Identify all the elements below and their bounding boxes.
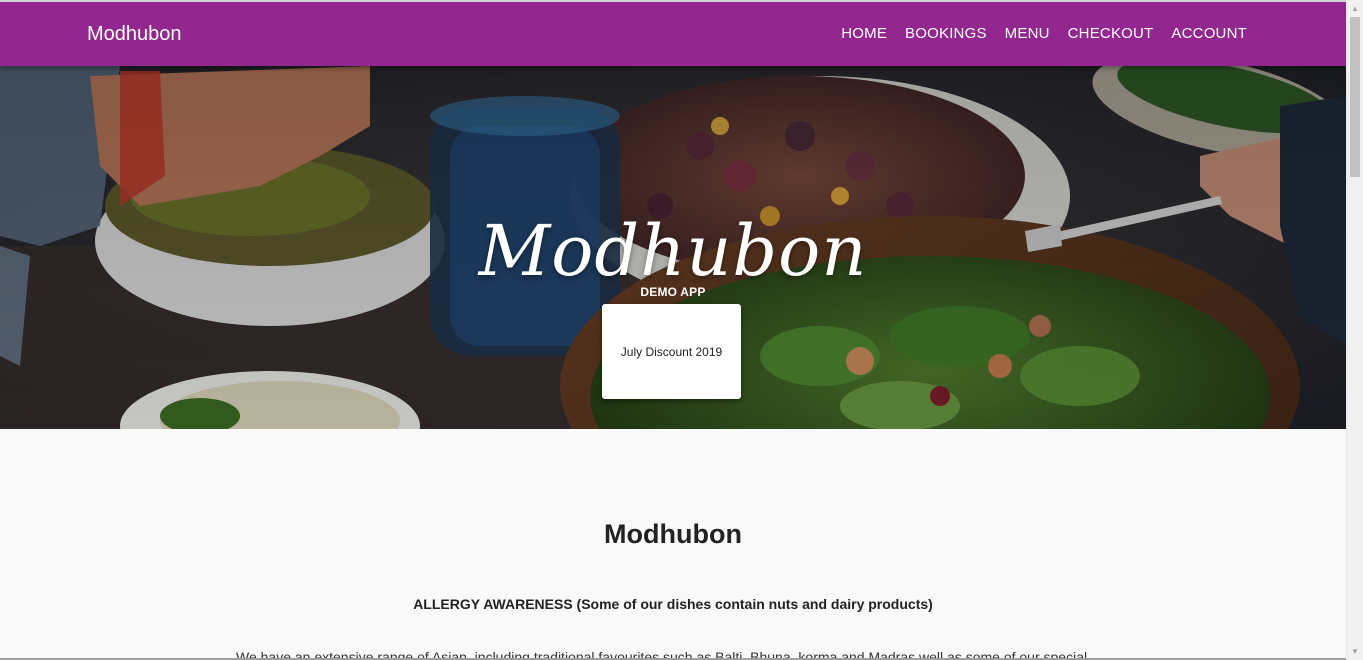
nav-link-account[interactable]: ACCOUNT [1153, 24, 1247, 44]
hero-title: Modhubon [478, 210, 868, 292]
browser-frame: Modhubon HOME BOOKINGS MENU CHECKOUT ACC… [0, 0, 1363, 660]
scroll-down-icon[interactable]: ▼ [1347, 643, 1363, 660]
page-viewport: Modhubon HOME BOOKINGS MENU CHECKOUT ACC… [0, 0, 1346, 660]
hero-banner: Modhubon DEMO APP July Discount 2019 [0, 66, 1346, 429]
nav-link-home[interactable]: HOME [841, 24, 887, 44]
nav-link-bookings[interactable]: BOOKINGS [887, 24, 987, 44]
page-title: Modhubon [604, 519, 742, 549]
nav-link-menu[interactable]: MENU [987, 24, 1050, 44]
top-divider [0, 0, 1346, 2]
hero-subtitle: DEMO APP [640, 285, 706, 299]
promo-card[interactable]: July Discount 2019 [602, 304, 741, 399]
vertical-scrollbar[interactable]: ▲ ▼ [1346, 0, 1363, 660]
navbar: Modhubon HOME BOOKINGS MENU CHECKOUT ACC… [0, 2, 1346, 66]
brand-logo-link[interactable]: Modhubon [87, 22, 182, 46]
allergy-notice: ALLERGY AWARENESS (Some of our dishes co… [413, 596, 933, 612]
scroll-up-icon[interactable]: ▲ [1347, 0, 1363, 17]
nav-link-checkout[interactable]: CHECKOUT [1050, 24, 1154, 44]
nav-links: HOME BOOKINGS MENU CHECKOUT ACCOUNT [841, 24, 1247, 44]
main-content: Modhubon ALLERGY AWARENESS (Some of our … [0, 429, 1346, 660]
scroll-thumb[interactable] [1350, 17, 1360, 177]
